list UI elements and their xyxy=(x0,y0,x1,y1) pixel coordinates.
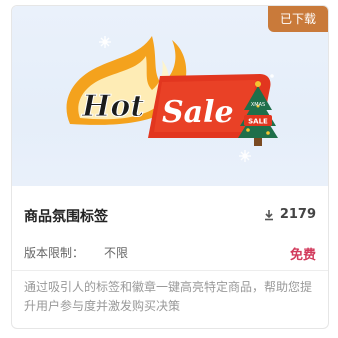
price-tag: 免费 xyxy=(289,248,316,263)
card-banner: Hot Sale XMAS SALE 已下载 xyxy=(12,6,328,186)
card-description: 通过吸引人的标签和徽章一键高亮特定商品，帮助您提升用户参与度并激发购买决策 xyxy=(24,280,313,313)
meta-row: 版本限制： 不限 免费 xyxy=(24,244,316,263)
card-title[interactable]: 商品氛围标签 xyxy=(24,206,108,226)
tree-sale-text: SALE xyxy=(248,118,268,126)
download-count: 2179 xyxy=(263,207,316,222)
divider xyxy=(12,270,328,271)
title-row: 商品氛围标签 2179 xyxy=(24,206,316,228)
version-limit-label: 版本限制： xyxy=(24,246,85,260)
download-count-value: 2179 xyxy=(279,207,316,222)
hot-text: Hot xyxy=(81,89,144,124)
tree-top-text: XMAS xyxy=(251,102,265,108)
hot-sale-artwork: Hot Sale XMAS SALE xyxy=(66,36,278,162)
downloaded-badge: 已下载 xyxy=(267,6,328,32)
snowflake-icon xyxy=(270,74,274,78)
sale-text: Sale xyxy=(162,95,234,130)
template-card[interactable]: Hot Sale XMAS SALE 已下载 商品氛围标签 2179 版本限制：… xyxy=(11,5,329,329)
version-limit-value: 不限 xyxy=(104,246,129,260)
download-icon xyxy=(264,209,273,220)
